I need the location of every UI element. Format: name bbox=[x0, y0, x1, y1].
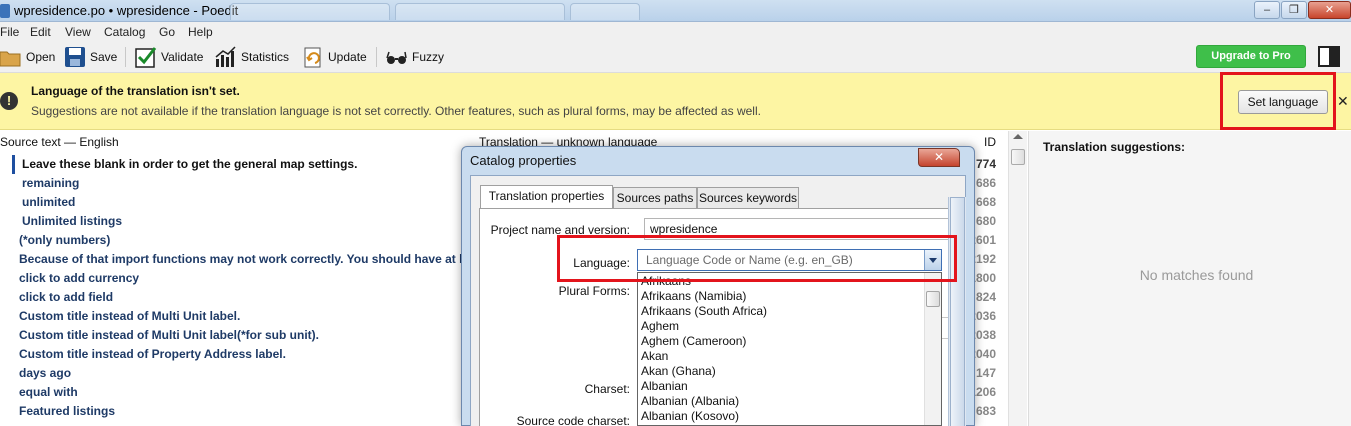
list-item[interactable]: Albanian bbox=[641, 379, 688, 394]
menu-help[interactable]: Help bbox=[188, 25, 213, 39]
list-item[interactable]: Akan (Ghana) bbox=[641, 364, 716, 379]
dialog-scrollbar-thumb[interactable] bbox=[950, 197, 965, 426]
source-text: (*only numbers) bbox=[19, 233, 111, 247]
list-item[interactable]: Albanian (Albania) bbox=[641, 394, 739, 409]
poedit-app-icon bbox=[0, 4, 10, 18]
checkbox-check-icon bbox=[135, 46, 157, 68]
bar-chart-icon bbox=[215, 46, 237, 68]
toolbar-separator bbox=[125, 47, 126, 67]
toolbar-separator bbox=[376, 47, 377, 67]
statistics-label: Statistics bbox=[241, 50, 290, 64]
list-scrollbar[interactable] bbox=[1008, 131, 1027, 426]
menu-view[interactable]: View bbox=[65, 25, 91, 39]
source-text: Custom title instead of Property Address… bbox=[19, 347, 286, 361]
maximize-button[interactable]: ❐ bbox=[1281, 1, 1307, 19]
dialog-close-button[interactable]: ✕ bbox=[918, 148, 960, 167]
update-button[interactable]: Update bbox=[302, 45, 367, 69]
toolbar: Open Save Validate Statistics Update Fuz… bbox=[0, 41, 1351, 73]
background-window-tab bbox=[230, 3, 390, 20]
menu-bar: File Edit View Catalog Go Help bbox=[0, 22, 1351, 41]
refresh-document-icon bbox=[302, 46, 324, 68]
source-text: unlimited bbox=[22, 195, 76, 209]
menu-file[interactable]: File bbox=[0, 25, 19, 39]
menu-go[interactable]: Go bbox=[159, 25, 175, 39]
source-text: days ago bbox=[19, 366, 72, 380]
banner-text: Suggestions are not available if the tra… bbox=[31, 104, 761, 118]
save-button[interactable]: Save bbox=[64, 45, 117, 69]
source-text: Custom title instead of Multi Unit label… bbox=[19, 328, 319, 342]
source-column-header[interactable]: Source text — English bbox=[0, 131, 470, 153]
plural-forms-label: Plural Forms: bbox=[558, 284, 630, 298]
tab-sources-keywords[interactable]: Sources keywords bbox=[697, 187, 799, 208]
dropdown-scrollbar-thumb[interactable] bbox=[926, 291, 940, 307]
language-field-highlight bbox=[557, 235, 957, 282]
translation-suggestions-panel: Translation suggestions: No matches foun… bbox=[1028, 131, 1351, 426]
background-window-tab bbox=[570, 3, 640, 20]
set-language-highlight bbox=[1220, 72, 1336, 130]
sidebar-toggle-icon[interactable] bbox=[1318, 46, 1340, 67]
close-icon[interactable]: ✕ bbox=[1337, 93, 1349, 110]
fuzzy-button[interactable]: Fuzzy bbox=[386, 45, 444, 69]
banner-title: Language of the translation isn't set. bbox=[31, 84, 240, 98]
source-charset-label: Source code charset: bbox=[516, 414, 630, 426]
tab-sources-paths[interactable]: Sources paths bbox=[613, 187, 697, 208]
window-title: wpresidence.po • wpresidence - Poedit bbox=[14, 3, 239, 18]
menu-edit[interactable]: Edit bbox=[30, 25, 51, 39]
folder-icon bbox=[0, 46, 22, 68]
statistics-button[interactable]: Statistics bbox=[215, 45, 289, 69]
close-window-button[interactable]: ✕ bbox=[1308, 1, 1351, 19]
minimize-button[interactable]: – bbox=[1254, 1, 1280, 19]
scroll-up-arrow-icon[interactable] bbox=[1013, 134, 1023, 139]
list-item[interactable]: Afrikaans (Namibia) bbox=[641, 289, 746, 304]
dialog-title: Catalog properties bbox=[470, 153, 577, 168]
dialog-scrollbar[interactable] bbox=[948, 197, 966, 426]
selected-row-marker bbox=[12, 155, 15, 174]
warning-icon: ! bbox=[0, 92, 18, 110]
language-warning-banner: ! Language of the translation isn't set.… bbox=[0, 73, 1351, 130]
source-text: Unlimited listings bbox=[22, 214, 123, 228]
source-text: equal with bbox=[19, 385, 78, 399]
suggestions-title: Translation suggestions: bbox=[1043, 140, 1186, 154]
list-item[interactable]: Albanian (Kosovo) bbox=[641, 409, 739, 424]
dropdown-scrollbar[interactable] bbox=[924, 273, 941, 425]
fuzzy-label: Fuzzy bbox=[412, 50, 445, 64]
source-text: Because of that import functions may not… bbox=[19, 252, 462, 266]
charset-label: Charset: bbox=[584, 382, 630, 396]
update-label: Update bbox=[328, 50, 367, 64]
upgrade-to-pro-button[interactable]: Upgrade to Pro bbox=[1196, 45, 1306, 68]
title-bar: wpresidence.po • wpresidence - Poedit – … bbox=[0, 0, 1351, 22]
glasses-icon bbox=[386, 46, 408, 68]
source-text: Custom title instead of Multi Unit label… bbox=[19, 309, 241, 323]
scrollbar-thumb[interactable] bbox=[1011, 149, 1025, 165]
list-item[interactable]: Aghem bbox=[641, 319, 679, 334]
source-text: Featured listings bbox=[19, 404, 116, 418]
validate-label: Validate bbox=[161, 50, 204, 64]
list-item[interactable]: Akan bbox=[641, 349, 668, 364]
validate-button[interactable]: Validate bbox=[135, 45, 203, 69]
save-label: Save bbox=[90, 50, 118, 64]
open-label: Open bbox=[26, 50, 56, 64]
list-item[interactable]: Afrikaans (South Africa) bbox=[641, 304, 767, 319]
source-text: click to add field bbox=[19, 290, 114, 304]
source-text: click to add currency bbox=[19, 271, 140, 285]
background-window-tab bbox=[395, 3, 565, 20]
source-text: Leave these blank in order to get the ge… bbox=[22, 157, 358, 171]
no-matches-text: No matches found bbox=[1139, 267, 1254, 283]
floppy-disk-icon bbox=[64, 46, 86, 68]
source-text: remaining bbox=[22, 176, 80, 190]
menu-catalog[interactable]: Catalog bbox=[104, 25, 145, 39]
tab-translation-properties[interactable]: Translation properties bbox=[480, 185, 613, 209]
list-item[interactable]: Aghem (Cameroon) bbox=[641, 334, 746, 349]
open-button[interactable]: Open bbox=[0, 45, 55, 69]
language-dropdown-list: Afrikaans Afrikaans (Namibia) Afrikaans … bbox=[637, 272, 942, 426]
